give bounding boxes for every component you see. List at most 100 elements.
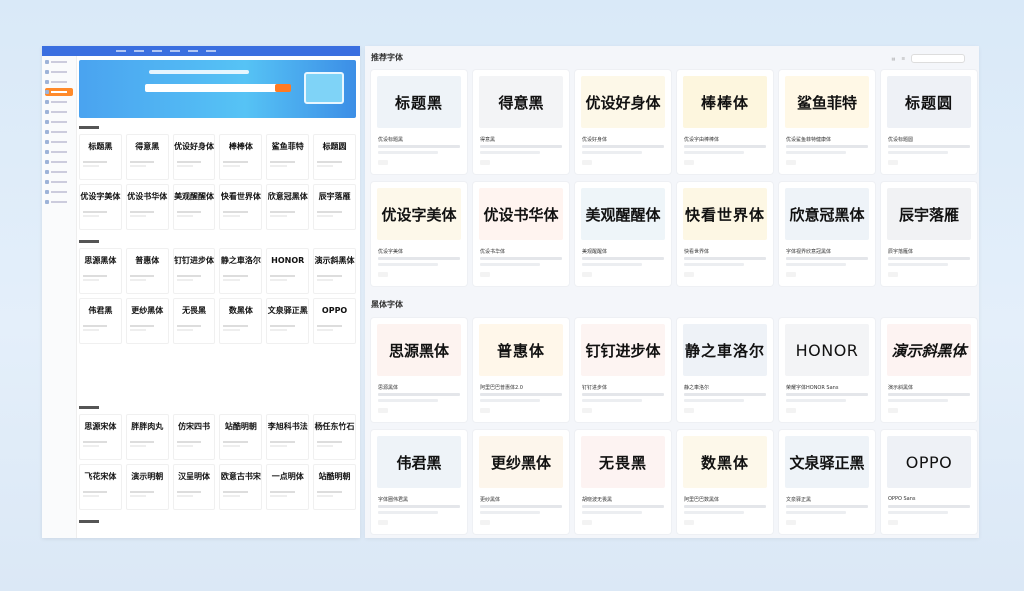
font-description xyxy=(786,393,868,396)
thumbnail-card: 美观醒醒体 xyxy=(172,184,216,230)
thumbnail-card: 胖胖肉丸 xyxy=(125,414,169,460)
font-description xyxy=(378,399,438,402)
thumbnail-card: HONOR xyxy=(266,248,310,294)
thumbnail-card: 棒棒体 xyxy=(219,134,263,180)
font-description xyxy=(786,257,868,260)
font-description xyxy=(888,151,948,154)
font-description xyxy=(888,263,948,266)
font-description xyxy=(378,263,438,266)
thumbnail-topbar xyxy=(42,46,360,56)
font-card[interactable]: 优设书华体 优设书华体 xyxy=(473,182,569,286)
font-card[interactable]: 优设好身体 优设好身体 xyxy=(575,70,671,174)
font-name: 辰宇落雁体 xyxy=(888,249,914,255)
thumbnail-grid-row: 优设字美体 优设书华体 美观醒醒体 快看世界体 欣意冠黑体 辰宇落雁 xyxy=(79,184,356,230)
font-card[interactable]: 优设字美体 优设字美体 xyxy=(371,182,467,286)
font-preview: 钉钉进步体 xyxy=(581,324,665,376)
font-name: 文泉驿正黑 xyxy=(786,497,812,503)
thumbnail-sidebar-item xyxy=(45,178,73,186)
thumbnail-card: 思源黑体 xyxy=(79,248,122,294)
font-card[interactable]: 标题圆 优设标题圆 xyxy=(881,70,977,174)
font-preview: 伟君黑 xyxy=(377,436,461,488)
font-card[interactable]: 鲨鱼菲特 优设鲨鱼菲特健康体 xyxy=(779,70,875,174)
font-preview: HONOR xyxy=(785,324,869,376)
search-input[interactable] xyxy=(911,54,965,63)
font-description xyxy=(480,399,540,402)
font-description xyxy=(786,505,868,508)
font-preview: 优设字美体 xyxy=(377,188,461,240)
font-card[interactable]: 演示斜黑体 演示斜黑体 xyxy=(881,318,977,422)
panel-toolbar: ▤ ☰ xyxy=(892,54,965,63)
font-card[interactable]: 文泉驿正黑 文泉驿正黑 xyxy=(779,430,875,534)
font-preview: 辰宇落雁 xyxy=(887,188,971,240)
font-card[interactable]: 数黑体 阿里巴巴数黑体 xyxy=(677,430,773,534)
font-card[interactable]: 标题黑 优设标题黑 xyxy=(371,70,467,174)
font-name: 得意黑 xyxy=(480,137,496,143)
font-description xyxy=(684,393,766,396)
font-card[interactable]: OPPO OPPO Sans xyxy=(881,430,977,534)
font-preview: 棒棒体 xyxy=(683,76,767,128)
license-tag xyxy=(684,408,694,413)
font-card[interactable]: 辰宇落雁 辰宇落雁体 xyxy=(881,182,977,286)
font-card[interactable]: 思源黑体 思源黑体 xyxy=(371,318,467,422)
font-name: 字体视界欣意冠黑体 xyxy=(786,249,832,255)
font-card[interactable]: 美观醒醒体 美观醒醒体 xyxy=(575,182,671,286)
font-description xyxy=(684,511,744,514)
font-preview: 美观醒醒体 xyxy=(581,188,665,240)
font-card[interactable]: 伟君黑 字体圈伟君黑 xyxy=(371,430,467,534)
font-description xyxy=(480,393,562,396)
font-description xyxy=(786,263,846,266)
thumbnail-card: 鲨鱼菲特 xyxy=(266,134,310,180)
font-card[interactable]: 静之車洛尔 静之車洛尔 xyxy=(677,318,773,422)
font-description xyxy=(582,511,642,514)
font-preview: 快看世界体 xyxy=(683,188,767,240)
font-name: 优设鲨鱼菲特健康体 xyxy=(786,137,832,143)
font-description xyxy=(582,393,664,396)
thumbnail-sidebar-item xyxy=(45,98,73,106)
font-card[interactable]: 更纱黑体 更纱黑体 xyxy=(473,430,569,534)
license-tag xyxy=(378,160,388,165)
thumbnail-card: 一点明体 xyxy=(266,464,310,510)
font-description xyxy=(378,151,438,154)
thumbnail-sidebar-item xyxy=(45,68,73,76)
font-description xyxy=(888,511,948,514)
font-card[interactable]: 钉钉进步体 钉钉进步体 xyxy=(575,318,671,422)
license-tag xyxy=(786,160,796,165)
font-name: 阿里巴巴数黑体 xyxy=(684,497,720,503)
font-description xyxy=(378,393,460,396)
font-card[interactable]: 普惠体 阿里巴巴普惠体2.0 xyxy=(473,318,569,422)
thumbnail-banner xyxy=(79,60,356,118)
font-description xyxy=(684,399,744,402)
thumbnail-page: 标题黑 得意黑 优设好身体 棒棒体 鲨鱼菲特 标题圆 优设字美体 优设书华体 美… xyxy=(42,46,360,538)
font-preview: 标题圆 xyxy=(887,76,971,128)
font-preview: 优设好身体 xyxy=(581,76,665,128)
thumbnail-section-heading xyxy=(79,406,99,409)
font-description xyxy=(888,257,970,260)
font-description xyxy=(786,511,846,514)
filter-icon[interactable]: ☰ xyxy=(901,56,905,61)
license-tag xyxy=(480,272,490,277)
font-description xyxy=(378,505,460,508)
license-tag xyxy=(888,520,898,525)
font-preview: 演示斜黑体 xyxy=(887,324,971,376)
thumbnail-card: 文泉驿正黑 xyxy=(266,298,310,344)
font-card[interactable]: HONOR 荣耀字体HONOR Sans xyxy=(779,318,875,422)
license-tag xyxy=(684,520,694,525)
font-card[interactable]: 棒棒体 优设字由棒棒体 xyxy=(677,70,773,174)
font-card[interactable]: 无畏黑 胡晓波无畏黑 xyxy=(575,430,671,534)
license-tag xyxy=(888,272,898,277)
font-name: 优设标题黑 xyxy=(378,137,404,143)
font-card[interactable]: 得意黑 得意黑 xyxy=(473,70,569,174)
font-name: 字体圈伟君黑 xyxy=(378,497,409,503)
license-tag xyxy=(684,272,694,277)
sort-icon[interactable]: ▤ xyxy=(892,56,896,61)
font-card[interactable]: 欣意冠黑体 字体视界欣意冠黑体 xyxy=(779,182,875,286)
font-name: 胡晓波无畏黑 xyxy=(582,497,613,503)
font-card[interactable]: 快看世界体 快看世界体 xyxy=(677,182,773,286)
font-description xyxy=(786,145,868,148)
font-description xyxy=(378,257,460,260)
thumbnail-sidebar-item xyxy=(45,138,73,146)
recommended-font-grid: 标题黑 优设标题黑 得意黑 得意黑 优设好身体 优设好身体 棒棒体 优设字由棒棒体 鲨鱼菲特 优设… xyxy=(371,70,977,286)
thumbnail-grid-row: 标题黑 得意黑 优设好身体 棒棒体 鲨鱼菲特 标题圆 xyxy=(79,134,356,180)
thumbnail-section-heading xyxy=(79,126,99,129)
thumbnail-sidebar-item xyxy=(45,78,73,86)
